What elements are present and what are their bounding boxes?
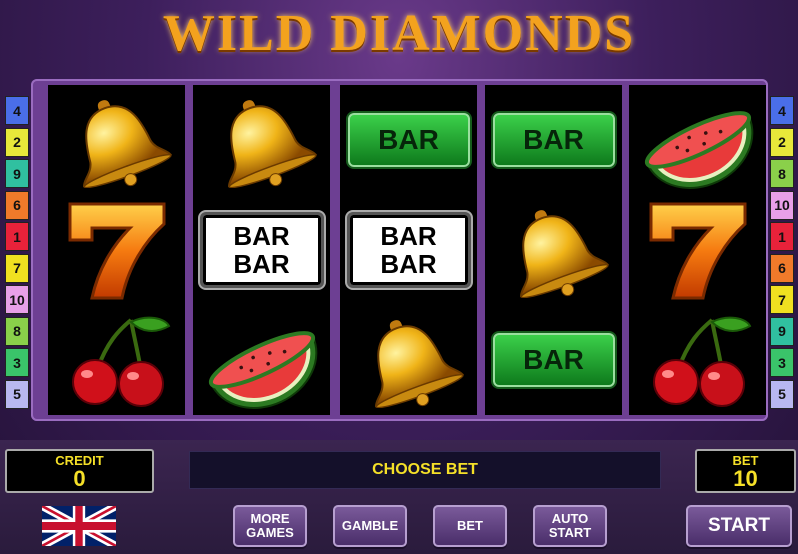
uk-flag-icon[interactable] (42, 506, 116, 546)
right-payline-9: 9 (770, 316, 794, 346)
reel-2: BAR BAR (193, 85, 330, 415)
left-payline-4: 4 (5, 96, 29, 125)
left-payline-2: 2 (5, 127, 29, 157)
left-payline-6: 6 (5, 190, 29, 220)
auto-start-button[interactable]: AUTO START (533, 505, 607, 547)
reel-3: BAR BAR BAR (340, 85, 477, 415)
right-payline-7: 7 (770, 285, 794, 314)
bar-label: BAR (347, 113, 470, 167)
double-bar-symbol: BAR BAR (340, 195, 477, 305)
start-button[interactable]: START (686, 505, 792, 547)
bar-symbol: BAR (485, 305, 622, 415)
right-payline-3: 3 (770, 348, 794, 377)
bell-symbol-icon (193, 85, 330, 195)
left-payline-5: 5 (5, 379, 29, 409)
right-payline-10: 10 (770, 190, 794, 220)
bet-button[interactable]: BET (433, 505, 507, 547)
bet-value: 10 (733, 466, 758, 491)
left-payline-1: 1 (5, 222, 29, 251)
bar-label: BAR (492, 333, 615, 387)
bar-label: BAR (492, 113, 615, 167)
right-payline-indicators: 4 2 8 10 1 6 7 9 3 5 (770, 96, 794, 411)
double-bar-label: BAR BAR (346, 212, 471, 288)
bar-text: BAR (233, 221, 290, 251)
right-payline-4: 4 (770, 96, 794, 125)
credit-display: CREDIT 0 (5, 449, 154, 493)
bar-text: BAR (380, 221, 437, 251)
reel-5 (629, 85, 766, 415)
reel-frame: BAR BAR BAR BAR BAR BAR BAR (31, 79, 768, 421)
watermelon-symbol-icon (193, 305, 330, 415)
bar-text: BAR (233, 249, 290, 279)
bar-symbol: BAR (340, 85, 477, 195)
left-payline-3: 3 (5, 348, 29, 377)
bell-symbol-icon (340, 305, 477, 415)
left-payline-7: 7 (5, 253, 29, 283)
seven-symbol-icon (48, 195, 185, 305)
left-payline-8: 8 (5, 316, 29, 346)
right-payline-1: 1 (770, 222, 794, 251)
reel-4: BAR BAR (485, 85, 622, 415)
bar-text: BAR (380, 249, 437, 279)
watermelon-symbol-icon (629, 85, 766, 195)
bar-symbol: BAR (485, 85, 622, 195)
game-title: WILD DIAMONDS (162, 5, 636, 62)
more-games-button[interactable]: MORE GAMES (233, 505, 307, 547)
seven-symbol-icon (629, 195, 766, 305)
left-payline-indicators: 4 2 9 6 1 7 10 8 3 5 (5, 96, 29, 411)
cherries-symbol-icon (629, 305, 766, 415)
right-payline-8: 8 (770, 159, 794, 188)
left-payline-9: 9 (5, 159, 29, 188)
right-payline-6: 6 (770, 253, 794, 283)
left-payline-10: 10 (5, 285, 29, 314)
right-payline-2: 2 (770, 127, 794, 157)
double-bar-label: BAR BAR (199, 212, 324, 288)
message-bar: CHOOSE BET (189, 451, 661, 489)
bet-display: BET 10 (695, 449, 796, 493)
credit-value: 0 (73, 466, 86, 491)
reel-1 (48, 85, 185, 415)
cherries-symbol-icon (48, 305, 185, 415)
bell-symbol-icon (485, 195, 622, 305)
right-payline-5: 5 (770, 379, 794, 409)
double-bar-symbol: BAR BAR (193, 195, 330, 305)
bell-symbol-icon (48, 85, 185, 195)
gamble-button[interactable]: GAMBLE (333, 505, 407, 547)
